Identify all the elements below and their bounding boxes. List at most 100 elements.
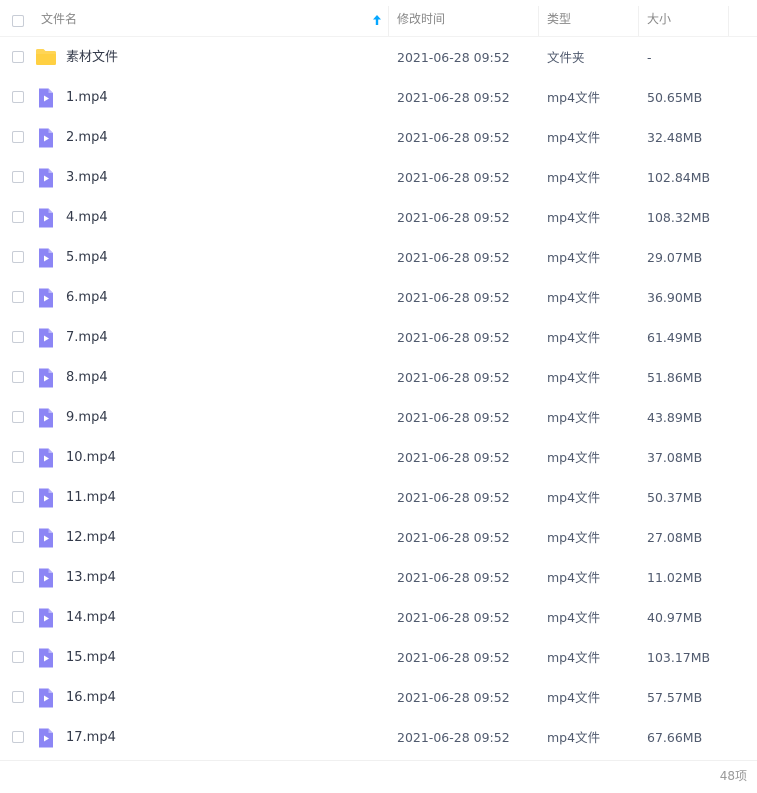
file-name[interactable]: 6.mp4	[66, 277, 108, 319]
video-file-icon	[35, 647, 57, 669]
file-list-panel: 文件名 修改时间 类型 大小 素材文件 2021-06-28 09:52 文件夹 - 1…	[0, 0, 757, 793]
file-mtime: 2021-06-28 09:52	[397, 530, 510, 545]
file-name[interactable]: 10.mp4	[66, 437, 116, 479]
column-header-name[interactable]: 文件名	[41, 0, 387, 36]
file-type: mp4文件	[547, 330, 601, 345]
file-row[interactable]: 5.mp4 2021-06-28 09:52 mp4文件 29.07MB	[0, 237, 757, 277]
file-row[interactable]: 10.mp4 2021-06-28 09:52 mp4文件 37.08MB	[0, 437, 757, 477]
file-name[interactable]: 8.mp4	[66, 357, 108, 399]
row-checkbox[interactable]	[12, 491, 24, 503]
file-row[interactable]: 11.mp4 2021-06-28 09:52 mp4文件 50.37MB	[0, 477, 757, 517]
column-header-size[interactable]: 大小	[647, 0, 727, 36]
row-checkbox[interactable]	[12, 571, 24, 583]
column-divider[interactable]	[538, 6, 539, 36]
file-row[interactable]: 9.mp4 2021-06-28 09:52 mp4文件 43.89MB	[0, 397, 757, 437]
file-size: 50.37MB	[647, 490, 703, 505]
file-row[interactable]: 7.mp4 2021-06-28 09:52 mp4文件 61.49MB	[0, 317, 757, 357]
file-type: mp4文件	[547, 570, 601, 585]
row-checkbox[interactable]	[12, 731, 24, 743]
file-row[interactable]: 2.mp4 2021-06-28 09:52 mp4文件 32.48MB	[0, 117, 757, 157]
row-checkbox[interactable]	[12, 371, 24, 383]
row-checkbox[interactable]	[12, 651, 24, 663]
file-name[interactable]: 4.mp4	[66, 197, 108, 239]
video-file-icon	[35, 247, 57, 269]
column-header-mtime[interactable]: 修改时间	[397, 0, 537, 36]
file-name[interactable]: 12.mp4	[66, 517, 116, 559]
row-checkbox[interactable]	[12, 51, 24, 63]
file-mtime: 2021-06-28 09:52	[397, 90, 510, 105]
file-type: mp4文件	[547, 290, 601, 305]
file-name[interactable]: 2.mp4	[66, 117, 108, 159]
row-checkbox[interactable]	[12, 611, 24, 623]
file-size: 37.08MB	[647, 450, 703, 465]
row-checkbox[interactable]	[12, 291, 24, 303]
file-type: mp4文件	[547, 250, 601, 265]
file-row[interactable]: 15.mp4 2021-06-28 09:52 mp4文件 103.17MB	[0, 637, 757, 677]
file-name[interactable]: 3.mp4	[66, 157, 108, 199]
file-name[interactable]: 7.mp4	[66, 317, 108, 359]
video-file-icon	[35, 567, 57, 589]
column-header-mtime-label: 修改时间	[397, 12, 446, 26]
file-name[interactable]: 9.mp4	[66, 397, 108, 439]
row-checkbox[interactable]	[12, 531, 24, 543]
file-size: 50.65MB	[647, 90, 703, 105]
file-row[interactable]: 素材文件 2021-06-28 09:52 文件夹 -	[0, 37, 757, 77]
file-type: mp4文件	[547, 170, 601, 185]
file-row[interactable]: 8.mp4 2021-06-28 09:52 mp4文件 51.86MB	[0, 357, 757, 397]
file-name[interactable]: 素材文件	[66, 37, 118, 79]
file-row[interactable]: 1.mp4 2021-06-28 09:52 mp4文件 50.65MB	[0, 77, 757, 117]
file-name[interactable]: 1.mp4	[66, 77, 108, 119]
file-row[interactable]: 6.mp4 2021-06-28 09:52 mp4文件 36.90MB	[0, 277, 757, 317]
file-mtime: 2021-06-28 09:52	[397, 730, 510, 745]
row-checkbox[interactable]	[12, 411, 24, 423]
file-mtime: 2021-06-28 09:52	[397, 290, 510, 305]
file-mtime: 2021-06-28 09:52	[397, 610, 510, 625]
file-name[interactable]: 11.mp4	[66, 477, 116, 519]
file-size: 67.66MB	[647, 730, 703, 745]
file-type: mp4文件	[547, 130, 601, 145]
file-name[interactable]: 14.mp4	[66, 597, 116, 639]
file-size: 61.49MB	[647, 330, 703, 345]
file-row[interactable]: 12.mp4 2021-06-28 09:52 mp4文件 27.08MB	[0, 517, 757, 557]
column-header-size-label: 大小	[647, 12, 672, 26]
select-all-checkbox[interactable]	[12, 15, 24, 27]
file-name[interactable]: 5.mp4	[66, 237, 108, 279]
row-checkbox[interactable]	[12, 131, 24, 143]
column-header-name-label: 文件名	[41, 12, 78, 26]
file-row[interactable]: 14.mp4 2021-06-28 09:52 mp4文件 40.97MB	[0, 597, 757, 637]
video-file-icon	[35, 327, 57, 349]
file-mtime: 2021-06-28 09:52	[397, 450, 510, 465]
row-checkbox[interactable]	[12, 91, 24, 103]
file-type: mp4文件	[547, 370, 601, 385]
file-row[interactable]: 4.mp4 2021-06-28 09:52 mp4文件 108.32MB	[0, 197, 757, 237]
file-type: mp4文件	[547, 210, 601, 225]
row-checkbox[interactable]	[12, 211, 24, 223]
file-name[interactable]: 16.mp4	[66, 677, 116, 719]
file-row[interactable]: 16.mp4 2021-06-28 09:52 mp4文件 57.57MB	[0, 677, 757, 717]
row-checkbox[interactable]	[12, 451, 24, 463]
row-checkbox[interactable]	[12, 171, 24, 183]
file-size: 57.57MB	[647, 690, 703, 705]
column-divider[interactable]	[728, 6, 729, 36]
file-mtime: 2021-06-28 09:52	[397, 170, 510, 185]
file-row[interactable]: 13.mp4 2021-06-28 09:52 mp4文件 11.02MB	[0, 557, 757, 597]
column-divider[interactable]	[388, 6, 389, 36]
column-divider[interactable]	[638, 6, 639, 36]
file-row[interactable]: 3.mp4 2021-06-28 09:52 mp4文件 102.84MB	[0, 157, 757, 197]
row-checkbox[interactable]	[12, 691, 24, 703]
row-checkbox[interactable]	[12, 331, 24, 343]
row-checkbox[interactable]	[12, 251, 24, 263]
file-size: 103.17MB	[647, 650, 711, 665]
file-name[interactable]: 17.mp4	[66, 717, 116, 759]
file-name[interactable]: 15.mp4	[66, 637, 116, 679]
column-header-type[interactable]: 类型	[547, 0, 637, 36]
file-row[interactable]: 17.mp4 2021-06-28 09:52 mp4文件 67.66MB	[0, 717, 757, 757]
file-size: 102.84MB	[647, 170, 711, 185]
file-size: 43.89MB	[647, 410, 703, 425]
sort-ascending-icon[interactable]	[372, 14, 382, 26]
file-name[interactable]: 13.mp4	[66, 557, 116, 599]
file-mtime: 2021-06-28 09:52	[397, 570, 510, 585]
video-file-icon	[35, 527, 57, 549]
video-file-icon	[35, 687, 57, 709]
file-size: 32.48MB	[647, 130, 703, 145]
